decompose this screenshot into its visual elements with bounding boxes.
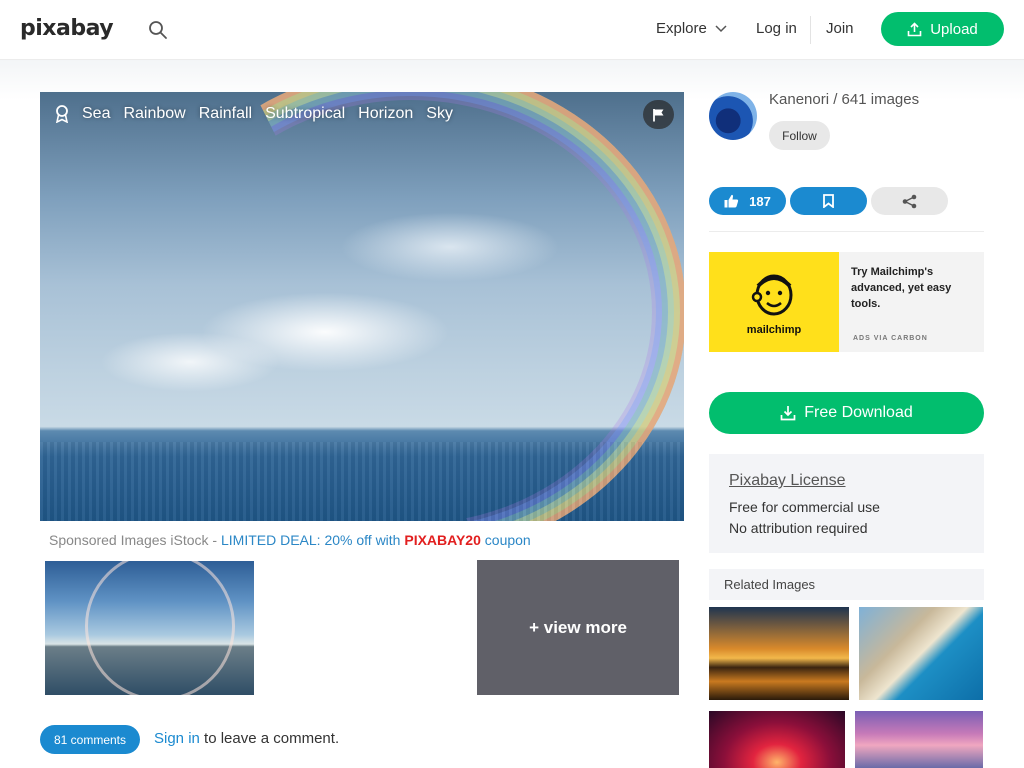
deal-suffix[interactable]: coupon — [481, 532, 531, 548]
signin-link[interactable]: Sign in — [154, 730, 200, 747]
main-photo[interactable] — [40, 92, 684, 521]
carbon-ad[interactable]: mailchimp Try Mailchimp's advanced, yet … — [709, 252, 984, 352]
upload-icon — [907, 21, 922, 36]
ad-text[interactable]: Try Mailchimp's advanced, yet easy tools… — [851, 264, 976, 312]
follow-button[interactable]: Follow — [769, 121, 830, 150]
ad-brand: mailchimp — [746, 324, 802, 336]
sponsored-thumbnail[interactable] — [45, 561, 254, 695]
tag-link[interactable]: Rainfall — [199, 105, 252, 123]
tag-link[interactable]: Sea — [82, 105, 110, 123]
download-label: Free Download — [804, 404, 913, 421]
sponsored-line: Sponsored Images iStock - LIMITED DEAL: … — [49, 532, 531, 548]
login-link[interactable]: Log in — [756, 20, 797, 37]
tag-link[interactable]: Horizon — [358, 105, 413, 123]
join-link[interactable]: Join — [826, 20, 854, 37]
award-icon — [55, 105, 69, 123]
license-link[interactable]: Pixabay License — [729, 472, 846, 490]
bookmark-button[interactable] — [790, 187, 867, 215]
related-image[interactable] — [709, 607, 849, 700]
license-box: Pixabay License Free for commercial use … — [709, 454, 984, 553]
signin-rest: to leave a comment. — [199, 730, 340, 747]
related-image[interactable] — [709, 711, 845, 768]
thumbs-up-icon — [724, 194, 739, 208]
report-button[interactable] — [643, 100, 674, 129]
license-commercial: Free for commercial use — [729, 499, 880, 515]
photo-cloud — [100, 332, 280, 392]
image-tags: Sea Rainbow Rainfall Subtropical Horizon… — [54, 105, 466, 123]
view-more-button[interactable]: + view more — [477, 560, 679, 695]
upload-label: Upload — [930, 20, 978, 38]
share-button[interactable] — [871, 187, 948, 215]
download-icon — [780, 406, 796, 421]
signin-prompt: Sign in to leave a comment. — [154, 730, 339, 747]
flag-icon — [653, 108, 664, 121]
ad-via[interactable]: ADS VIA CARBON — [853, 335, 928, 342]
tag-link[interactable]: Sky — [426, 105, 453, 123]
tag-link[interactable]: Subtropical — [265, 105, 345, 123]
bookmark-icon — [823, 194, 834, 208]
like-button[interactable]: 187 — [709, 187, 786, 215]
top-header: pixabay Explore Log in Join Upload — [0, 0, 1024, 60]
deal-link[interactable]: LIMITED DEAL: 20% off with — [221, 532, 404, 548]
comments-count-button[interactable]: 81 comments — [40, 725, 140, 754]
thumbnail-halo — [85, 561, 235, 695]
ad-image[interactable]: mailchimp — [709, 252, 839, 352]
share-icon — [902, 194, 917, 208]
header-divider — [810, 16, 811, 44]
license-attribution: No attribution required — [729, 520, 868, 536]
explore-label: Explore — [656, 20, 707, 37]
related-images-heading: Related Images — [709, 569, 984, 600]
like-count: 187 — [749, 193, 771, 209]
upload-button[interactable]: Upload — [881, 12, 1004, 46]
search-icon[interactable] — [148, 20, 168, 40]
sponsored-prefix: Sponsored Images iStock - — [49, 532, 221, 548]
author-name[interactable]: Kanenori / 641 images — [769, 91, 919, 108]
mailchimp-logo-icon — [751, 274, 793, 316]
related-image[interactable] — [855, 711, 983, 768]
sidebar-divider — [709, 231, 984, 232]
photo-sea — [40, 442, 684, 521]
author-avatar[interactable] — [709, 92, 757, 140]
chevron-down-icon — [715, 24, 727, 32]
coupon-code[interactable]: PIXABAY20 — [404, 532, 481, 548]
tag-link[interactable]: Rainbow — [123, 105, 185, 123]
related-image[interactable] — [859, 607, 983, 700]
free-download-button[interactable]: Free Download — [709, 392, 984, 434]
explore-menu[interactable]: Explore — [656, 20, 727, 37]
pixabay-logo[interactable]: pixabay — [20, 16, 114, 41]
